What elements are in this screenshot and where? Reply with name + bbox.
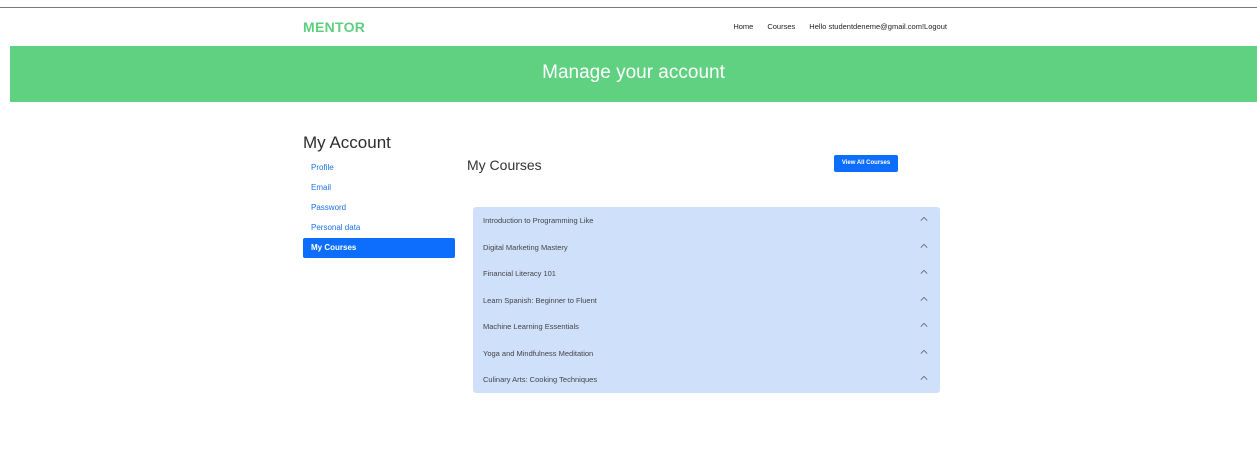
course-accordion: Introduction to Programming Like Digital… [473, 207, 940, 393]
brand-logo[interactable]: MENTOR [303, 19, 365, 35]
chevron-up-icon[interactable] [920, 295, 928, 303]
course-title: Financial Literacy 101 [483, 269, 556, 279]
course-title: Introduction to Programming Like [483, 216, 594, 225]
course-item[interactable]: Yoga and Mindfulness Meditation [473, 340, 940, 367]
course-title: Yoga and Mindfulness Meditation [483, 348, 594, 358]
course-title: Culinary Arts: Cooking Techniques [483, 375, 598, 385]
course-item[interactable]: Culinary Arts: Cooking Techniques [473, 366, 940, 393]
sidebar-item-email[interactable]: Email [303, 178, 455, 198]
chevron-up-icon[interactable] [920, 321, 928, 329]
nav-links: Home Courses Hello studentdeneme@gmail.c… [733, 22, 947, 31]
sidebar-item-password[interactable]: Password [303, 198, 455, 218]
navbar: MENTOR Home Courses Hello studentdeneme@… [0, 8, 1257, 46]
account-title: My Account [303, 133, 391, 152]
chevron-up-icon[interactable] [920, 268, 928, 276]
course-item[interactable]: Learn Spanish: Beginner to Fluent [473, 287, 940, 314]
course-title: Machine Learning Essentials [483, 322, 579, 332]
course-title: Learn Spanish: Beginner to Fluent [483, 295, 597, 305]
course-title: Digital Marketing Mastery [483, 242, 568, 252]
hero-banner: Manage your account [10, 46, 1257, 102]
chevron-up-icon[interactable] [920, 242, 928, 250]
view-all-courses-button[interactable]: View All Courses [834, 155, 898, 172]
chevron-up-icon[interactable] [920, 215, 928, 223]
nav-courses-link[interactable]: Courses [767, 22, 795, 31]
page-title: Manage your account [542, 62, 725, 83]
course-item[interactable]: Machine Learning Essentials [473, 313, 940, 340]
sidebar-item-my-courses[interactable]: My Courses [303, 238, 455, 258]
account-sidebar: Profile Email Password Personal data My … [303, 158, 455, 258]
logout-link[interactable]: Logout [924, 22, 947, 31]
chevron-up-icon[interactable] [920, 348, 928, 356]
course-item[interactable]: Financial Literacy 101 [473, 260, 940, 287]
sidebar-item-profile[interactable]: Profile [303, 158, 455, 178]
user-greeting: Hello studentdeneme@gmail.com! [809, 22, 925, 31]
sidebar-item-personal-data[interactable]: Personal data [303, 218, 455, 238]
chevron-up-icon[interactable] [920, 374, 928, 382]
course-item[interactable]: Digital Marketing Mastery [473, 234, 940, 261]
course-item[interactable]: Introduction to Programming Like [473, 207, 940, 234]
nav-home-link[interactable]: Home [733, 22, 753, 31]
section-title: My Courses [467, 157, 542, 173]
